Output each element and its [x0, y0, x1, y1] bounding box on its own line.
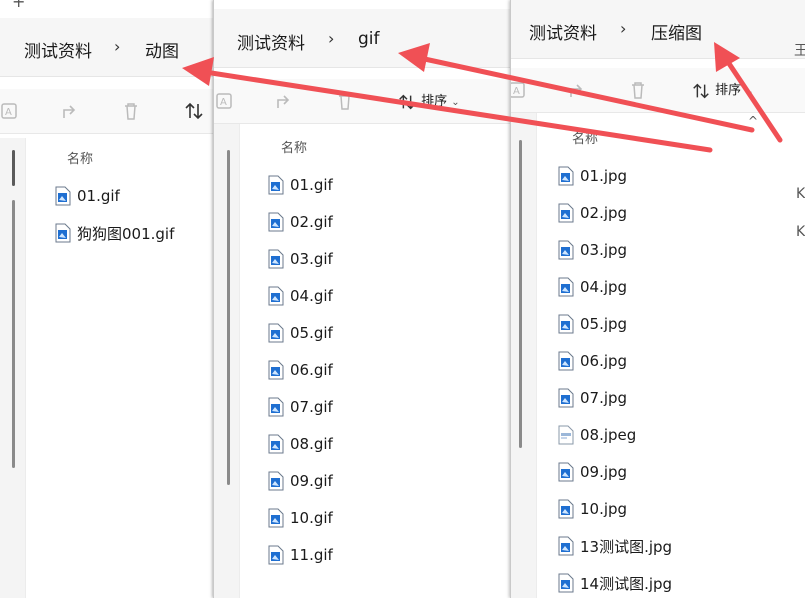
annotation-arrows [182, 42, 783, 153]
arrow-to-gif [398, 43, 755, 133]
